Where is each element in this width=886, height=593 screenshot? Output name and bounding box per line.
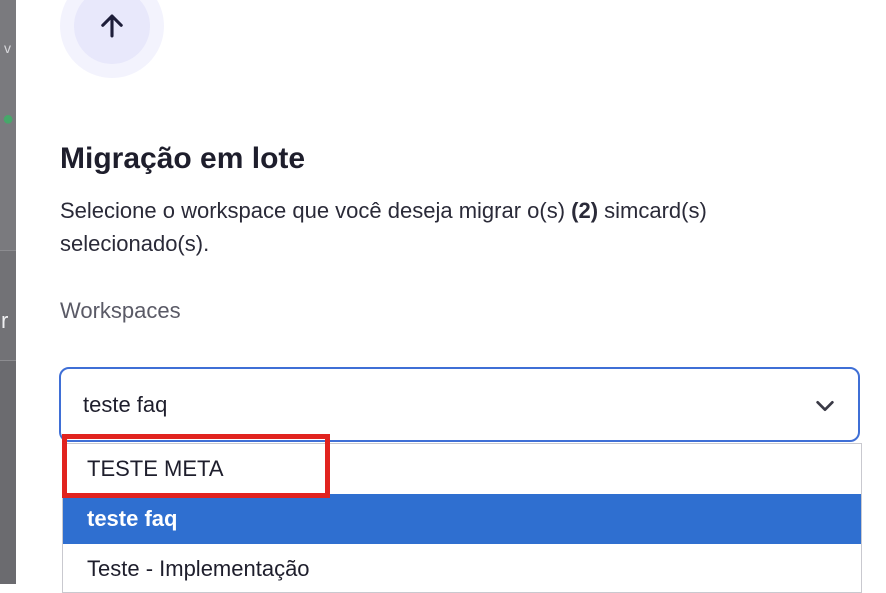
- icon-circle: [74, 0, 150, 64]
- background-strip: [0, 250, 16, 360]
- background-fragment: v: [4, 40, 11, 56]
- icon-halo: [60, 0, 164, 78]
- background-strip: [0, 360, 16, 584]
- background-page: v ● r: [0, 0, 16, 584]
- background-fragment: r: [1, 308, 9, 333]
- modal-description: Selecione o workspace que você deseja mi…: [60, 194, 850, 260]
- modal-title: Migração em lote: [60, 142, 306, 175]
- background-divider: [0, 360, 16, 361]
- workspace-option[interactable]: Teste - Implementação: [63, 544, 861, 592]
- chevron-down-icon[interactable]: [814, 395, 836, 417]
- workspace-dropdown-list: TESTE META teste faq Teste - Implementaç…: [62, 443, 862, 593]
- background-fragment: ●: [2, 108, 15, 130]
- arrow-up-icon: [101, 14, 123, 38]
- workspace-select-value: teste faq: [83, 391, 168, 417]
- background-divider: [0, 250, 16, 251]
- workspace-option-selected[interactable]: teste faq: [63, 494, 861, 544]
- workspace-select[interactable]: teste faq: [59, 367, 860, 442]
- description-prefix: Selecione o workspace que você deseja mi…: [60, 198, 572, 223]
- selected-count: (2): [571, 198, 599, 223]
- workspaces-label: Workspaces: [60, 298, 181, 323]
- workspace-option[interactable]: TESTE META: [63, 444, 861, 494]
- batch-migration-modal: Migração em lote Selecione o workspace q…: [16, 0, 886, 593]
